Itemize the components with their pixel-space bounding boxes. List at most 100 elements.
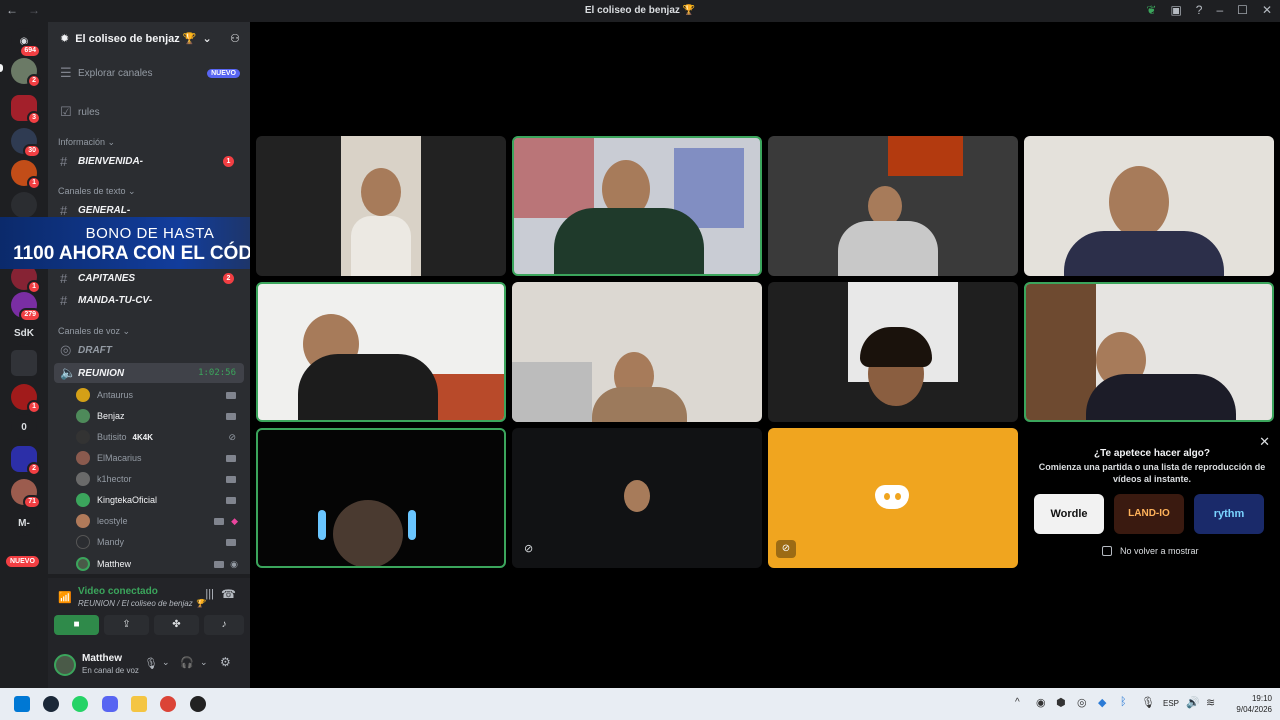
tray-icon[interactable]: ◆ [1098, 696, 1106, 709]
unread-badge: 1 [27, 280, 41, 294]
server-icon[interactable]: 3 [11, 95, 41, 125]
headphones-icon[interactable]: 🎧 [180, 656, 194, 669]
game-land-io[interactable]: LAND-IO [1114, 494, 1184, 534]
channel-capitanes[interactable]: # CAPITANES 2 [54, 268, 244, 288]
camera-toggle-button[interactable]: ■ [54, 615, 99, 635]
settings-gear-icon[interactable]: ⚙ [220, 655, 231, 669]
tray-icon[interactable]: ◎ [1077, 696, 1087, 709]
voice-status[interactable]: Video conectado [78, 586, 158, 597]
inbox-icon[interactable]: ▣ [1170, 3, 1181, 17]
voice-user[interactable]: Benjaz [76, 407, 244, 425]
server-icon[interactable]: 71 [11, 479, 41, 509]
server-icon[interactable]: 279 [11, 292, 41, 322]
disconnect-icon[interactable]: ☎ [221, 587, 236, 601]
server-icon[interactable]: 1 [11, 384, 41, 414]
voice-user[interactable]: leostyle ◆ [76, 512, 244, 530]
chrome-icon[interactable] [160, 696, 176, 712]
server-zero[interactable]: 0 [11, 414, 37, 440]
video-tile-speaking[interactable] [256, 282, 506, 422]
game-rythm[interactable]: rythm [1194, 494, 1264, 534]
minimize-button[interactable]: – [1216, 3, 1223, 17]
channel-rules[interactable]: ☑ rules [54, 102, 244, 122]
channel-bienvenida[interactable]: # BIENVENIDA- 1 [54, 151, 244, 171]
voice-user[interactable]: k1hector [76, 470, 244, 488]
voice-channel-reunion[interactable]: 🔈 REUNION 1:02:56 [54, 363, 244, 383]
video-tile-speaking[interactable] [256, 428, 506, 568]
category-info[interactable]: Información ⌄ [58, 137, 115, 148]
discord-icon[interactable] [102, 696, 118, 712]
voice-user[interactable]: Mandy [76, 533, 244, 551]
voice-user[interactable]: KingtekaOficial [76, 491, 244, 509]
user-name: Benjaz [97, 411, 125, 421]
avatar[interactable] [54, 654, 76, 676]
nitro-leaf-icon[interactable]: ❦ [1146, 3, 1156, 17]
share-screen-button[interactable]: ⇪ [104, 615, 149, 635]
voice-user[interactable]: Butisito 4K4K ⊘ [76, 428, 244, 446]
participant-body [838, 221, 938, 276]
explore-channels[interactable]: ☰ Explorar canales NUEVO [54, 63, 244, 83]
help-icon[interactable]: ? [1196, 3, 1203, 17]
voice-user[interactable]: Matthew ◉ [76, 555, 244, 573]
wifi-icon[interactable]: ≋ [1206, 696, 1215, 709]
windows-start-icon[interactable] [14, 696, 30, 712]
video-tile-speaking[interactable] [512, 136, 762, 276]
dont-show-checkbox[interactable] [1102, 546, 1112, 556]
server-m[interactable]: M- [11, 510, 37, 536]
video-tile[interactable] [768, 136, 1018, 276]
video-tile[interactable] [768, 282, 1018, 422]
server-icon[interactable]: 2 [11, 446, 41, 476]
video-tile-avatar[interactable]: ⊘ [512, 428, 762, 568]
steam-icon[interactable] [43, 696, 59, 712]
user-name[interactable]: Matthew [82, 653, 122, 664]
server-name: El coliseo de benjaz 🏆 [75, 32, 197, 45]
video-tile-speaking[interactable] [1024, 282, 1274, 422]
microphone-icon[interactable]: 🎙 [144, 657, 158, 670]
server-icon[interactable]: 2 [11, 58, 41, 88]
windows-taskbar: ^ ◉ ⬢ ◎ ◆ ᛒ 🎙 ESP 🔊 ≋ 19:10 9/04/2026 [0, 688, 1280, 720]
tray-icon[interactable]: ⬢ [1056, 696, 1066, 709]
file-explorer-icon[interactable] [131, 696, 147, 712]
server-icon[interactable]: 30 [11, 128, 41, 158]
app-icon[interactable] [190, 696, 206, 712]
new-servers-badge[interactable]: NUEVO [6, 556, 39, 567]
chevron-down-icon[interactable]: ⌄ [162, 657, 170, 668]
invite-people-icon[interactable]: ⚇ [230, 32, 240, 45]
dm-home-button[interactable]: ◉ 694 [11, 28, 41, 58]
video-tile[interactable] [256, 136, 506, 276]
dont-show-label[interactable]: No volver a mostrar [1120, 546, 1199, 556]
server-icon[interactable] [11, 192, 37, 218]
server-icon[interactable]: 1 [11, 160, 41, 190]
server-sdk[interactable]: SdK [11, 320, 37, 346]
category-text[interactable]: Canales de texto ⌄ [58, 186, 136, 197]
activity-card: ✕ ¿Te apetece hacer algo? Comienza una p… [1024, 428, 1280, 568]
video-tile-avatar[interactable]: ⊘ [768, 428, 1018, 568]
voice-channel-path[interactable]: REUNION / El coliseo de benjaz 🏆 [78, 599, 205, 608]
channel-manda-tu-cv[interactable]: # MANDA-TU-CV- [54, 290, 244, 310]
voice-channel-draft[interactable]: ◎ DRAFT [54, 340, 244, 360]
server-icon[interactable] [11, 350, 37, 376]
tray-icon[interactable]: ◉ [1036, 696, 1046, 709]
language-indicator[interactable]: ESP [1163, 699, 1179, 708]
activities-button[interactable]: ✤ [154, 615, 199, 635]
video-tile[interactable] [512, 282, 762, 422]
maximize-button[interactable]: ☐ [1237, 3, 1248, 17]
voice-user[interactable]: Antaurus [76, 386, 244, 404]
camera-icon [226, 475, 236, 483]
noise-suppression-icon[interactable]: ||| [205, 588, 214, 600]
category-label: Canales de voz [58, 326, 121, 336]
video-tile[interactable] [1024, 136, 1274, 276]
chevron-down-icon[interactable]: ⌄ [200, 657, 208, 668]
chevron-up-icon[interactable]: ^ [1015, 697, 1020, 708]
category-voice[interactable]: Canales de voz ⌄ [58, 326, 130, 337]
volume-icon[interactable]: 🔊 [1186, 696, 1200, 709]
voice-user[interactable]: ElMacarius [76, 449, 244, 467]
clock[interactable]: 19:10 9/04/2026 [1228, 693, 1272, 715]
bluetooth-icon[interactable]: ᛒ [1120, 696, 1127, 708]
close-window-button[interactable]: ✕ [1262, 3, 1272, 17]
microphone-icon[interactable]: 🎙 [1141, 696, 1155, 709]
soundboard-button[interactable]: ♪ [204, 615, 244, 635]
muted-icon: ⊘ [776, 540, 796, 558]
server-header[interactable]: ✹ El coliseo de benjaz 🏆 ⌄ ⚇ [48, 22, 250, 54]
game-wordle[interactable]: Wordle [1034, 494, 1104, 534]
whatsapp-icon[interactable] [72, 696, 88, 712]
